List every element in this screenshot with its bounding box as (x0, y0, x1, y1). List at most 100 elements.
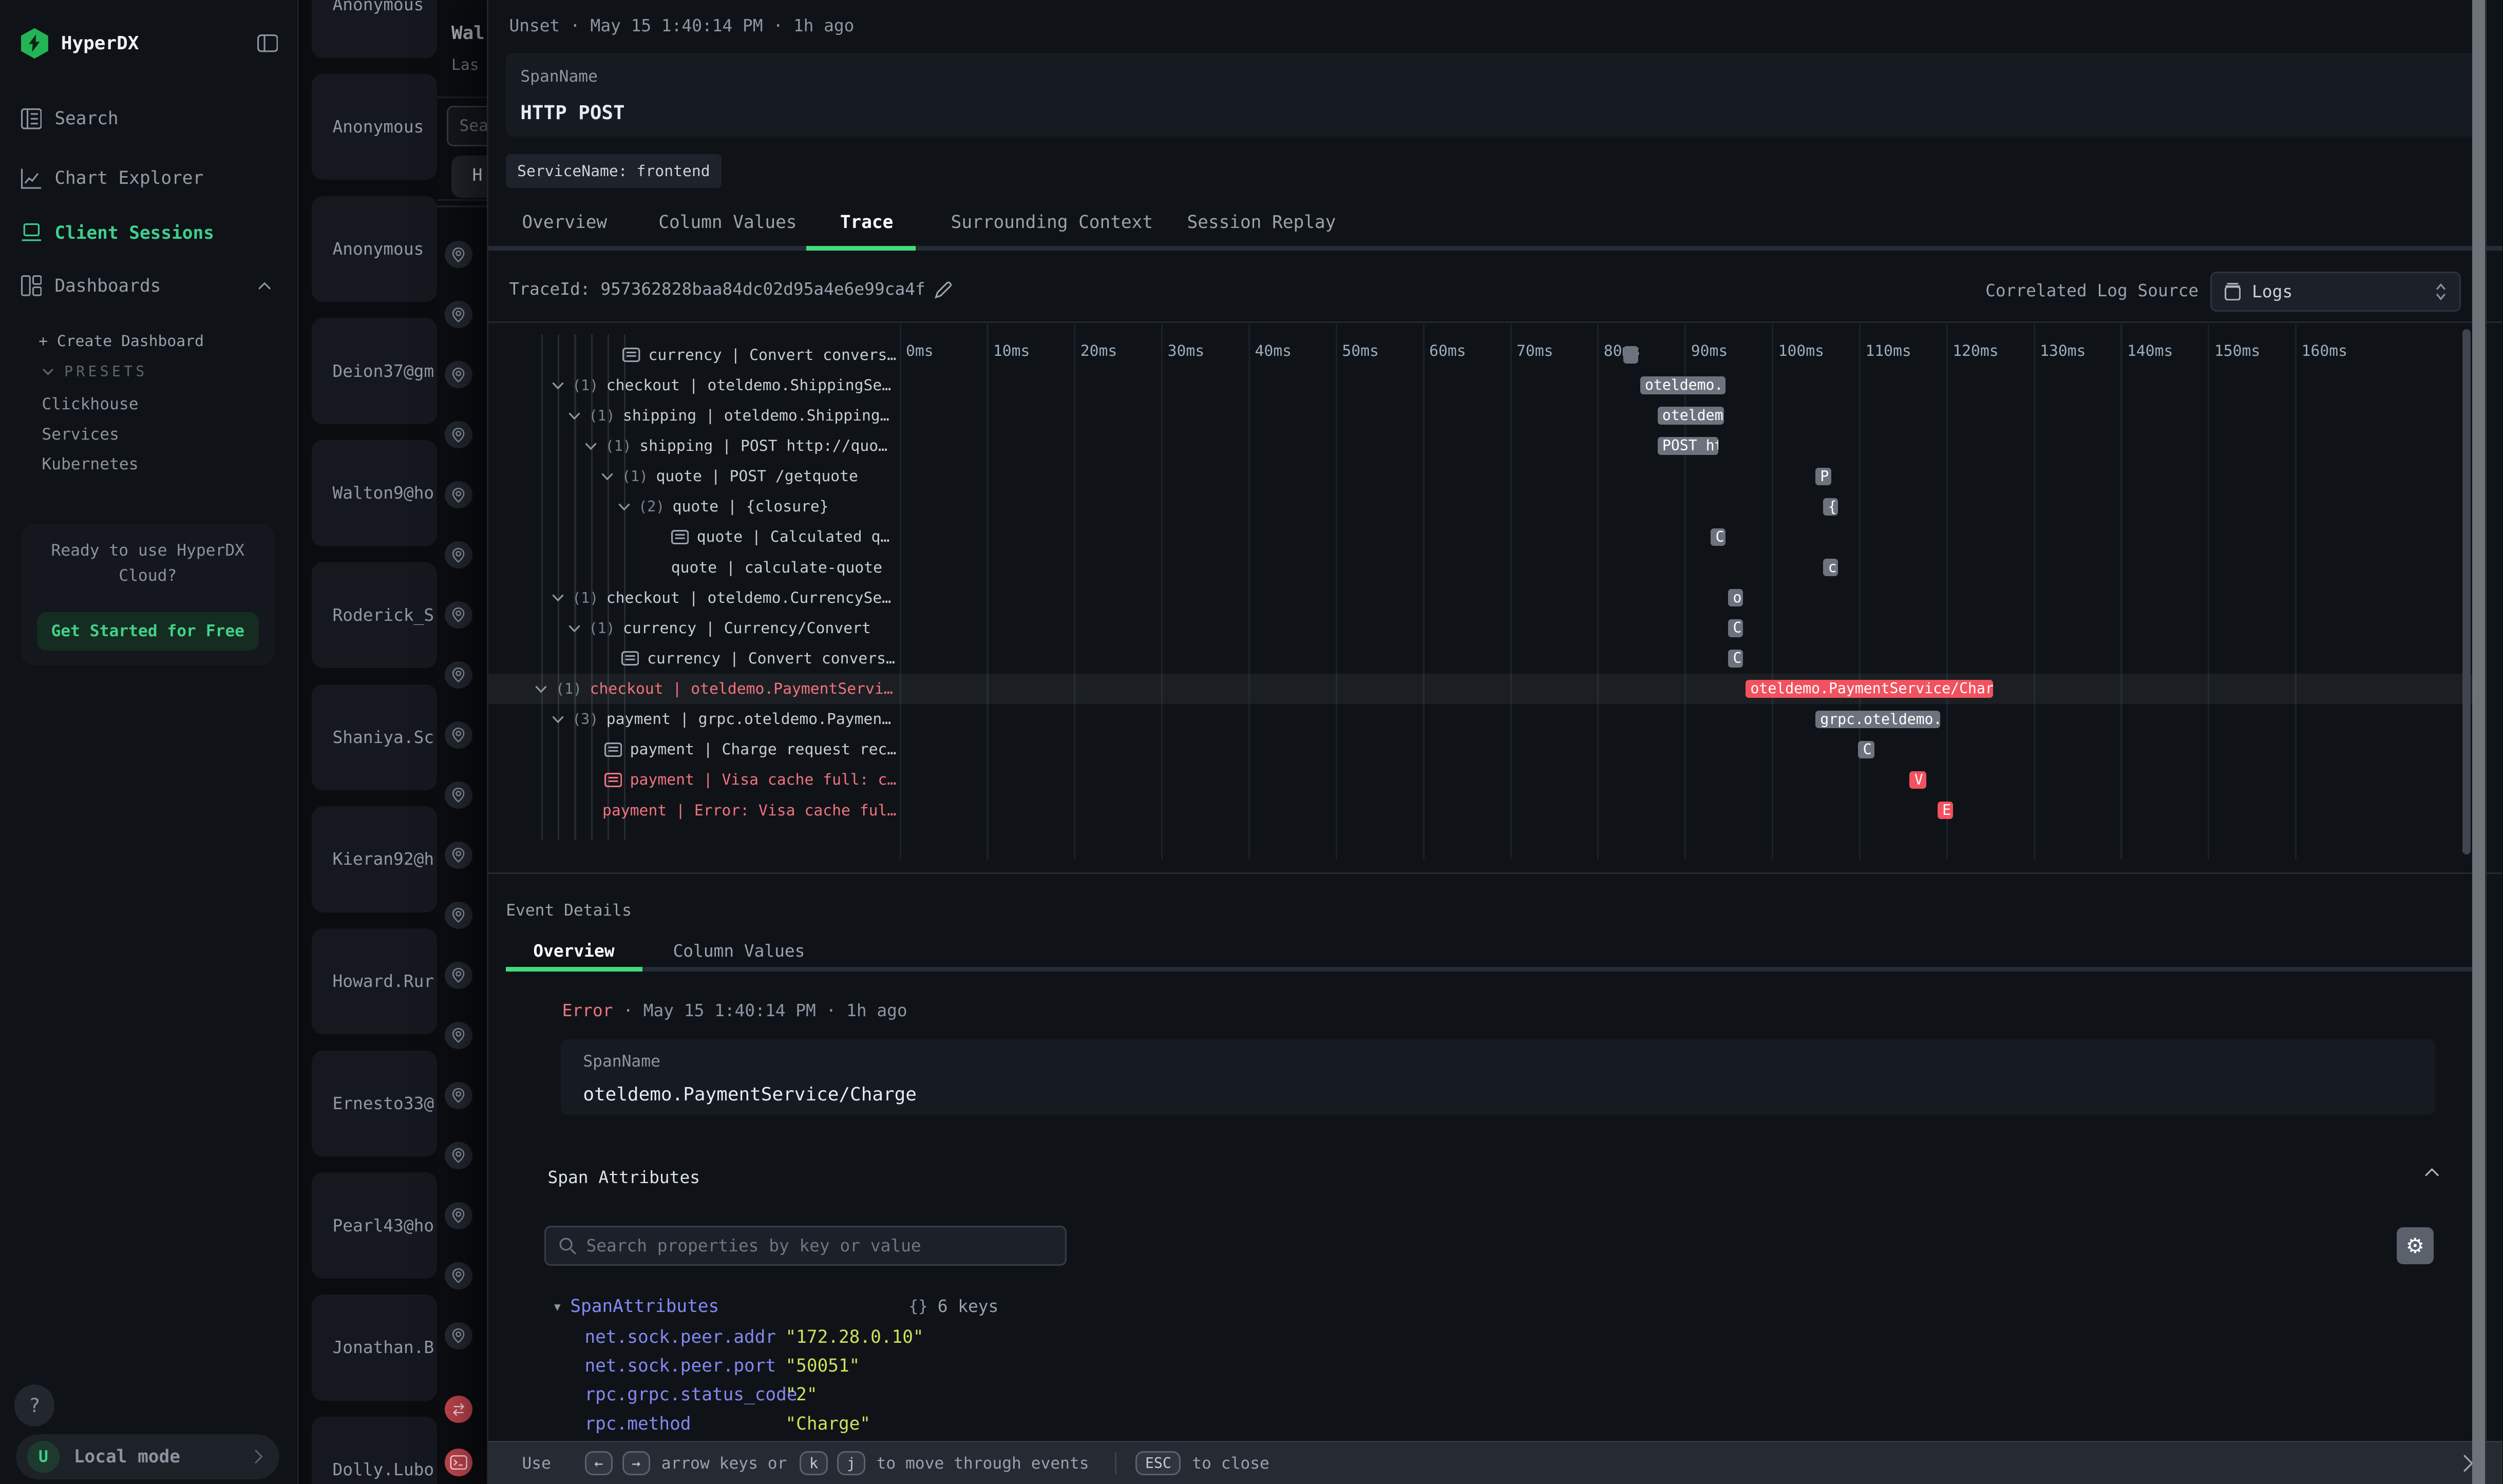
location-pin-icon[interactable] (445, 902, 472, 929)
help-button[interactable]: ? (14, 1384, 54, 1426)
trace-span-bar[interactable]: POST ht (1658, 437, 1719, 454)
chevron-down-icon[interactable] (552, 715, 564, 724)
scrollbar-track[interactable] (2472, 0, 2487, 1484)
trace-span-bar[interactable]: E (1938, 802, 1954, 819)
location-pin-icon[interactable] (445, 1082, 472, 1109)
sidebar-preset-services[interactable]: Services (42, 425, 119, 444)
trace-row-name[interactable]: currency | Convert convers… (584, 643, 896, 674)
highlighted-event-button[interactable]: H (451, 156, 487, 197)
location-pin-icon[interactable] (445, 241, 472, 268)
tab-column-values[interactable]: Column Values (658, 212, 797, 233)
session-list-item[interactable]: Ernesto33@ (312, 1051, 437, 1156)
tab-session-replay[interactable]: Session Replay (1187, 212, 1336, 233)
session-list-item[interactable]: Shaniya.Sc (312, 684, 437, 790)
chevron-down-icon[interactable] (552, 382, 564, 390)
location-pin-icon[interactable] (445, 481, 472, 508)
collapse-sidebar-icon[interactable] (257, 34, 278, 52)
session-list-item[interactable]: Anonymous (312, 196, 437, 302)
scrollbar-thumb[interactable] (2472, 0, 2485, 1484)
session-list-item[interactable]: Anonymous (312, 0, 437, 58)
sidebar-item-chart-explorer[interactable]: Chart Explorer (0, 158, 297, 199)
chevron-down-icon[interactable] (552, 594, 564, 602)
sidebar-item-dashboards[interactable]: Dashboards (0, 265, 297, 307)
trace-row-name[interactable]: quote | Calculated q… (634, 522, 896, 552)
trace-row-name[interactable]: (3)payment | grpc.oteldemo.Paymen… (552, 704, 897, 734)
session-list-item[interactable]: Dolly.Lubo (312, 1417, 437, 1484)
location-pin-icon[interactable] (445, 361, 472, 388)
navigation-event-icon[interactable] (445, 1396, 472, 1423)
session-list-item[interactable]: Walton9@ho (312, 440, 437, 546)
attribute-key[interactable]: rpc.grpc.status_code (584, 1384, 785, 1405)
trace-span-bar[interactable]: C (1711, 528, 1725, 546)
sidebar-preset-kubernetes[interactable]: Kubernetes (42, 455, 138, 473)
trace-span-bar[interactable]: c (1823, 559, 1838, 576)
trace-row-name[interactable]: (1)shipping | POST http://quo… (584, 431, 896, 461)
chevron-down-icon[interactable] (601, 472, 614, 481)
edit-pencil-icon[interactable] (935, 281, 952, 298)
attribute-search-input[interactable] (586, 1236, 1020, 1255)
create-dashboard-button[interactable]: + Create Dashboard (39, 332, 204, 350)
session-list-item[interactable]: Deion37@gm (312, 318, 437, 424)
span-attributes-root[interactable]: ▾ SpanAttributes {} 6 keys (554, 1296, 998, 1317)
location-pin-icon[interactable] (445, 1022, 472, 1049)
chevron-down-icon[interactable] (568, 624, 581, 633)
event-tab-column-values[interactable]: Column Values (673, 941, 805, 961)
chevron-down-icon[interactable] (584, 442, 597, 450)
trace-row-name[interactable]: payment | Charge request rec… (568, 734, 896, 765)
console-error-icon[interactable] (445, 1449, 472, 1476)
trace-span-bar[interactable]: grpc.oteldemo. (1815, 711, 1940, 728)
trace-row-name[interactable]: quote | calculate-quote (634, 552, 896, 582)
tab-surrounding-context[interactable]: Surrounding Context (951, 212, 1153, 233)
location-pin-icon[interactable] (445, 962, 472, 989)
location-pin-icon[interactable] (445, 721, 472, 749)
trace-row-name[interactable]: (2)quote | {closure} (618, 491, 897, 522)
session-list-item[interactable]: Howard.Rur (312, 928, 437, 1034)
trace-span-bar[interactable]: P (1815, 468, 1831, 485)
chevron-down-icon[interactable] (618, 503, 631, 511)
trace-row-name[interactable]: (1)checkout | oteldemo.CurrencySe… (552, 583, 897, 613)
location-pin-icon[interactable] (445, 1202, 472, 1229)
trace-row-name[interactable]: currency | Convert convers… (601, 340, 896, 370)
sidebar-preset-clickhouse[interactable]: Clickhouse (42, 395, 138, 413)
local-mode-menu[interactable]: U Local mode (16, 1434, 279, 1479)
tab-overview[interactable]: Overview (522, 212, 607, 233)
gear-icon[interactable]: ⚙ (2397, 1227, 2434, 1264)
trace-span-bar[interactable]: V (1909, 771, 1926, 789)
session-list-item[interactable]: Pearl43@ho (312, 1172, 437, 1278)
sidebar-item-client-sessions[interactable]: Client Sessions (0, 212, 297, 254)
service-name-chip[interactable]: ServiceName: frontend (506, 154, 721, 188)
trace-row-name[interactable]: payment | Error: Visa cache ful… (568, 795, 896, 825)
attribute-key[interactable]: net.sock.peer.addr (584, 1327, 785, 1347)
tab-trace[interactable]: Trace (840, 212, 894, 233)
location-pin-icon[interactable] (445, 301, 472, 328)
location-pin-icon[interactable] (445, 421, 472, 448)
trace-row-name[interactable]: (1)checkout | oteldemo.ShippingSe… (552, 370, 897, 401)
trace-span-bar[interactable]: oteldemo.PaymentService/Char (1746, 680, 1993, 697)
session-search-input[interactable]: Sea (447, 106, 487, 146)
session-list-item[interactable]: Roderick_S (312, 562, 437, 668)
chevron-down-icon[interactable] (535, 685, 547, 693)
event-tab-overview[interactable]: Overview (533, 941, 614, 961)
session-list-item[interactable]: Kieran92@h (312, 806, 437, 912)
location-pin-icon[interactable] (445, 1322, 472, 1349)
chevron-down-icon[interactable] (568, 412, 581, 420)
location-pin-icon[interactable] (445, 661, 472, 689)
trace-span-bar[interactable]: oteldemo. (1640, 376, 1725, 394)
trace-span-bar[interactable] (1623, 346, 1638, 364)
collapse-section-icon[interactable] (2424, 1168, 2440, 1177)
trace-span-bar[interactable]: C (1728, 650, 1743, 667)
trace-span-bar[interactable]: o (1728, 589, 1743, 606)
session-list-item[interactable]: Anonymous (312, 74, 437, 180)
trace-row-name[interactable]: (1)checkout | oteldemo.PaymentServi… (535, 674, 896, 704)
location-pin-icon[interactable] (445, 601, 472, 629)
location-pin-icon[interactable] (445, 842, 472, 869)
trace-row-name[interactable]: (1)quote | POST /getquote (601, 461, 896, 491)
location-pin-icon[interactable] (445, 1262, 472, 1289)
presets-toggle[interactable]: PRESETS (42, 363, 147, 380)
trace-row-name[interactable]: payment | Visa cache full: c… (568, 765, 896, 795)
location-pin-icon[interactable] (445, 541, 472, 568)
location-pin-icon[interactable] (445, 1142, 472, 1169)
session-list-item[interactable]: Jonathan.B (312, 1295, 437, 1400)
trace-row-name[interactable]: (1)shipping | oteldemo.Shipping… (568, 401, 896, 431)
attribute-key[interactable]: rpc.method (584, 1414, 785, 1434)
